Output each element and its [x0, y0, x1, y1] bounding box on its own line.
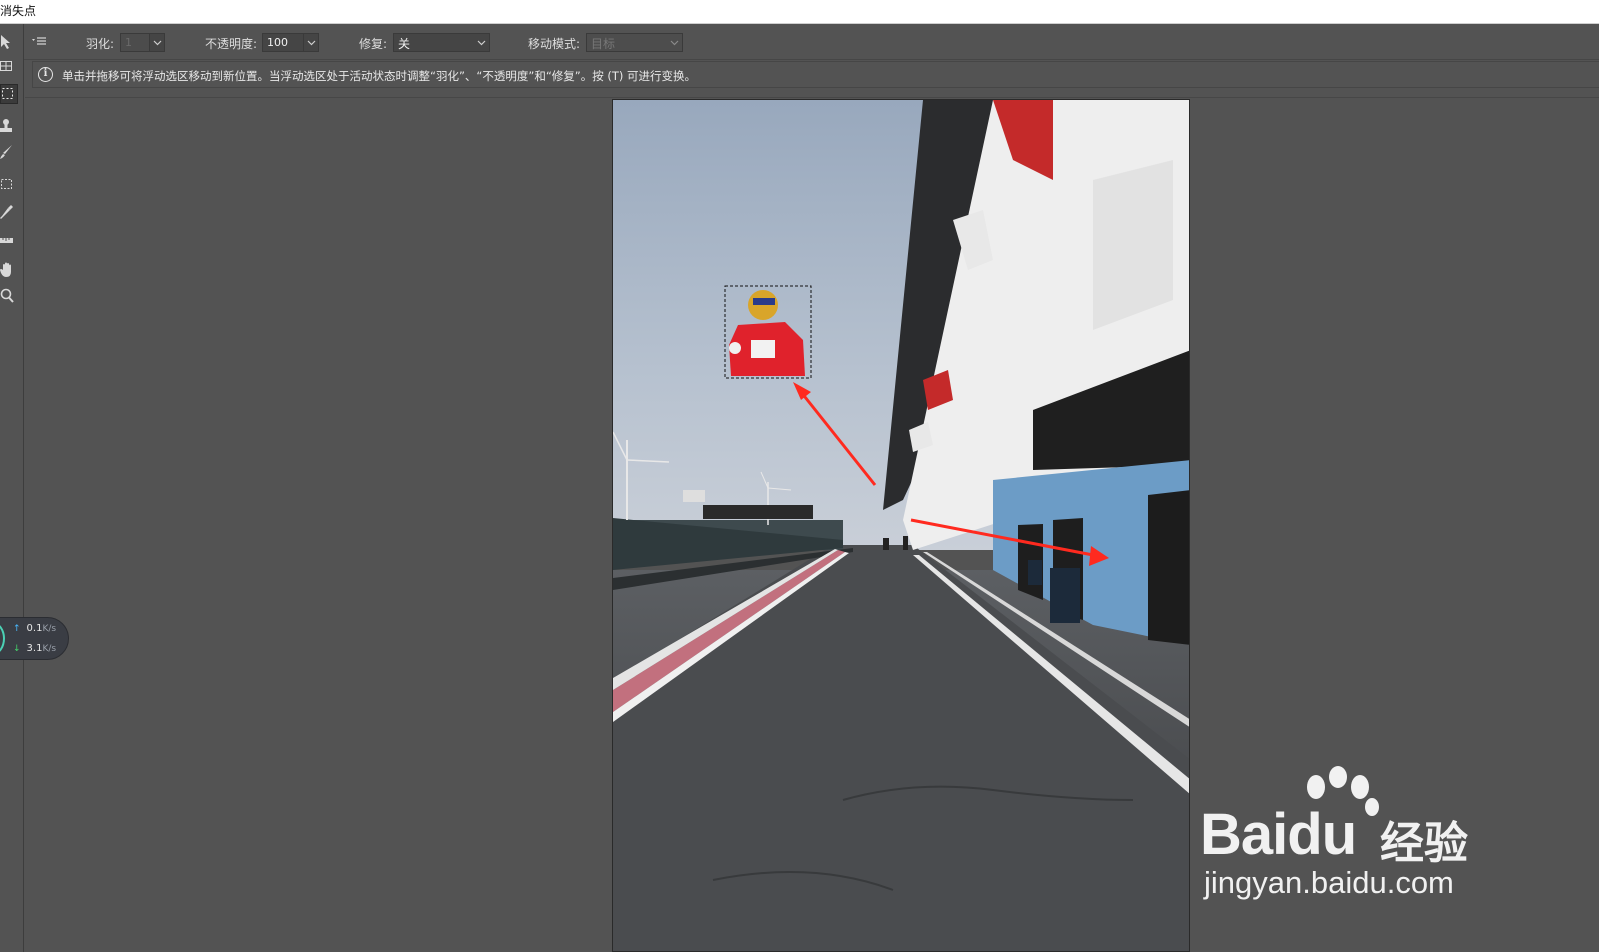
feather-dropdown-chevron-icon[interactable] — [149, 33, 165, 52]
info-text: 单击并拖移可将浮动选区移动到新位置。当浮动选区处于活动状态时调整“羽化”、“不透… — [62, 69, 697, 83]
upload-unit: K/s — [42, 624, 57, 634]
opacity-label: 不透明度: — [205, 37, 258, 51]
tool-panel — [0, 24, 24, 952]
move-mode-select-value: 目标 — [591, 37, 616, 51]
heal-chevron-icon — [477, 40, 486, 46]
title-bar: 消失点 — [0, 0, 1599, 24]
move-mode-select[interactable]: 目标 — [586, 33, 683, 52]
download-unit: K/s — [42, 644, 57, 654]
upload-arrow-icon: ↑ — [13, 624, 21, 634]
info-icon: i — [38, 67, 53, 82]
hand-tool-icon[interactable] — [0, 260, 18, 280]
pit-lane-photo — [613, 100, 1189, 951]
brush-tool-icon[interactable] — [0, 142, 18, 162]
download-arrow-icon: ↓ — [13, 644, 21, 654]
watermark-url: jingyan.baidu.com — [1204, 865, 1454, 900]
watermark-brand-left: Bai — [1200, 802, 1288, 867]
heal-select[interactable]: 关 — [393, 33, 490, 52]
create-plane-tool-icon[interactable] — [0, 56, 18, 76]
upload-value: 0.1 — [26, 623, 43, 634]
download-speed: ↓ 3.1K/s — [13, 643, 56, 654]
measure-tool-icon[interactable] — [0, 230, 18, 250]
watermark-brand: Baidu — [1200, 801, 1357, 868]
info-bar: i 单击并拖移可将浮动选区移动到新位置。当浮动选区处于活动状态时调整“羽化”、“… — [32, 61, 1599, 88]
window-title: 消失点 — [0, 4, 37, 18]
baidu-jingyan-watermark: Baidu 经验 jingyan.baidu.com — [1200, 765, 1490, 900]
opacity-field[interactable]: 100 — [262, 33, 304, 52]
feather-field[interactable]: 1 — [120, 33, 150, 52]
net-speed-widget[interactable]: ↑ 0.1K/s ↓ 3.1K/s — [0, 617, 69, 660]
upload-speed: ↑ 0.1K/s — [13, 623, 56, 634]
feather-label: 羽化: — [86, 37, 115, 51]
eyedropper-tool-icon[interactable] — [0, 202, 18, 222]
heal-select-value: 关 — [398, 37, 411, 51]
edit-planes-tool-icon[interactable] — [0, 32, 18, 52]
options-bar: 羽化: 1 不透明度: 100 修复: 关 移动模式: 目标 — [24, 24, 1599, 60]
stamp-tool-icon[interactable] — [0, 116, 18, 136]
net-speed-ring-icon — [0, 622, 5, 655]
marquee-tool-icon[interactable] — [0, 84, 18, 104]
document-canvas[interactable] — [612, 99, 1190, 952]
opacity-dropdown-chevron-icon[interactable] — [303, 33, 319, 52]
watermark-brand-cn: 经验 — [1380, 818, 1468, 869]
download-value: 3.1 — [26, 643, 43, 654]
zoom-tool-icon[interactable] — [0, 286, 18, 306]
watermark-brand-right: du — [1287, 802, 1357, 867]
heal-label: 修复: — [359, 37, 388, 51]
move-mode-chevron-icon — [670, 40, 679, 46]
options-menu-icon[interactable] — [31, 33, 51, 51]
move-mode-label: 移动模式: — [528, 37, 581, 51]
transform-tool-icon[interactable] — [0, 174, 18, 194]
